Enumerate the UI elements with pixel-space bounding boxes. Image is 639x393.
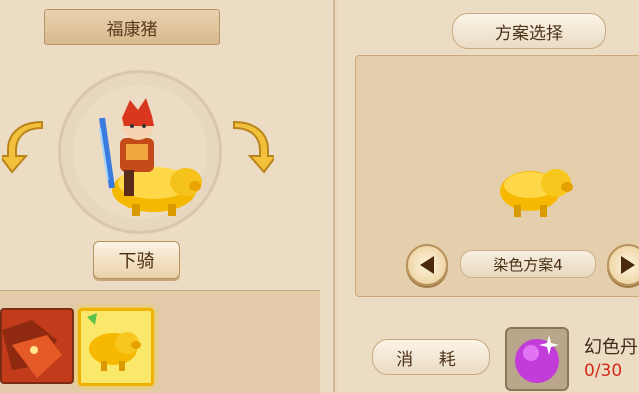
mount-slot-2-selected[interactable] [78,308,154,386]
rotate-left-arrow-icon[interactable] [2,120,44,174]
purple-orb-icon [515,335,559,383]
golden-pig-preview [500,169,573,217]
mount-slot-1[interactable] [0,308,74,384]
triangle-right-icon [621,256,635,274]
consume-item-count: 0/30 [584,361,623,381]
prev-scheme-button[interactable] [406,244,448,286]
mount-preview [99,98,202,216]
dismount-button[interactable]: 下骑 [93,241,180,279]
creature-icon [2,320,62,378]
mount-title: 福康猪 [44,9,220,45]
consume-item-slot[interactable] [505,327,569,391]
consume-item-name: 幻色丹 [584,337,638,358]
scheme-name: 染色方案4 [460,250,596,278]
golden-pig-icon [87,313,141,371]
rotate-right-arrow-icon[interactable] [232,120,274,174]
triangle-left-icon [420,256,434,274]
consume-label: 消 耗 [372,339,490,375]
scheme-title: 方案选择 [452,13,606,49]
